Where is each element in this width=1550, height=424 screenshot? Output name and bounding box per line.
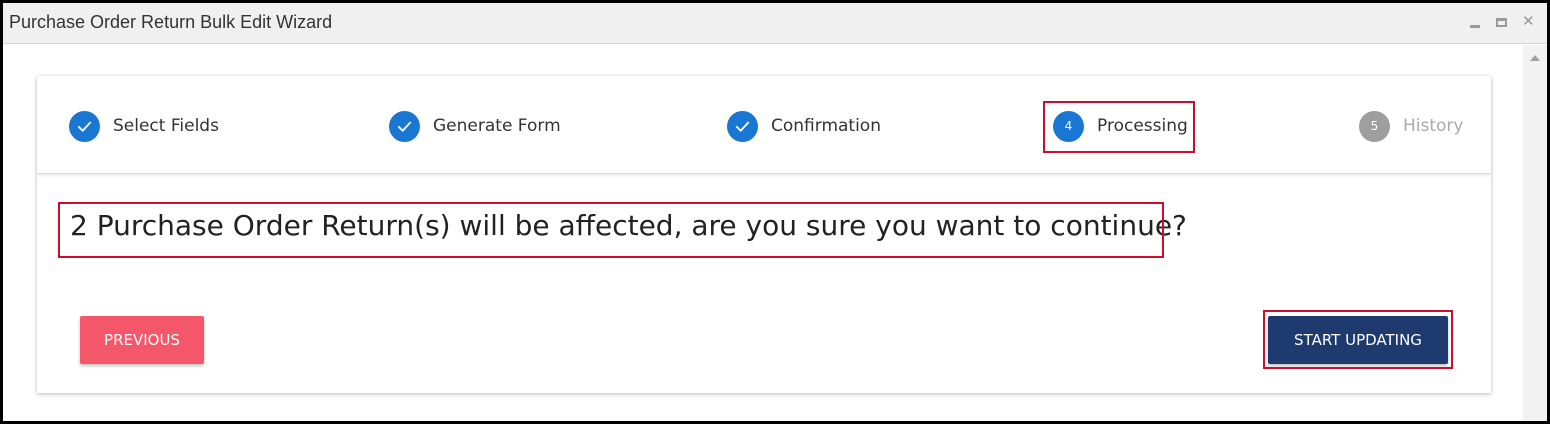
title-bar: Purchase Order Return Bulk Edit Wizard ✕ [3,3,1547,44]
processing-step-highlight [1043,101,1195,153]
step-label: Select Fields [113,116,219,136]
close-icon[interactable]: ✕ [1522,13,1535,31]
window-title: Purchase Order Return Bulk Edit Wizard [9,12,333,32]
step-confirmation[interactable]: Confirmation [727,109,881,143]
step-select-fields[interactable]: Select Fields [69,109,219,143]
step-number-badge: 5 [1359,110,1390,142]
start-button-highlight [1263,310,1453,369]
message-highlight [58,202,1164,258]
wizard-card: Select Fields Generate Form Confirmation… [37,76,1491,393]
wizard-window: Purchase Order Return Bulk Edit Wizard ✕… [0,0,1550,424]
check-icon [727,110,758,142]
step-history[interactable]: 5 History [1359,109,1463,143]
previous-button[interactable]: PREVIOUS [80,316,204,364]
maximize-icon[interactable] [1496,18,1507,27]
vertical-scrollbar[interactable] [1523,45,1547,421]
step-label: Confirmation [771,116,881,136]
check-icon [69,110,100,142]
step-label: Generate Form [433,116,561,136]
step-number: 5 [1370,119,1379,133]
step-label: History [1403,116,1464,136]
minimize-icon[interactable] [1470,25,1480,28]
step-generate-form[interactable]: Generate Form [389,109,561,143]
stepper: Select Fields Generate Form Confirmation… [37,76,1491,174]
scroll-up-arrow-icon[interactable] [1530,55,1540,61]
check-icon [389,110,420,142]
